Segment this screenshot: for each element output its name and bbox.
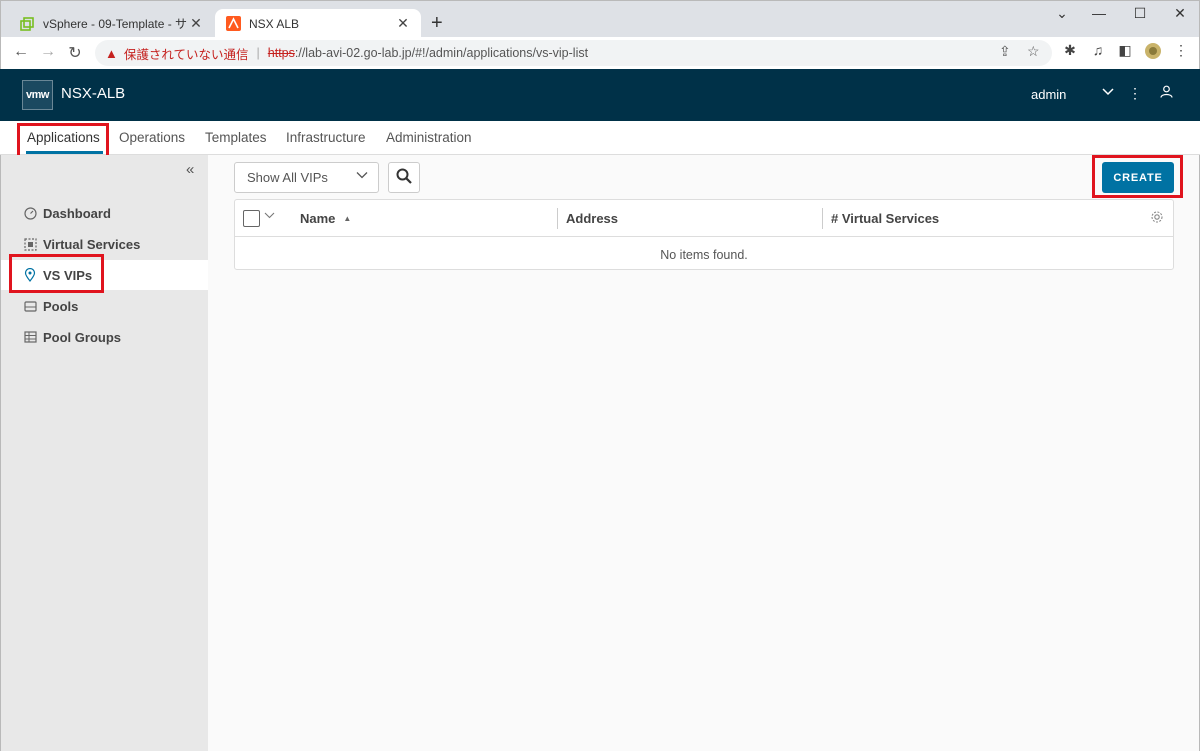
grid-header: Name ▲ Address # Virtual Services bbox=[235, 200, 1173, 237]
tab-title: vSphere - 09-Template - サマリ bbox=[43, 17, 188, 31]
user-icon[interactable] bbox=[1158, 85, 1174, 101]
sidebar: « Dashboard Virtual Services VS VIPs Poo… bbox=[0, 155, 209, 751]
browser-tab-bar: vSphere - 09-Template - サマリ ✕ NSX ALB ✕ … bbox=[0, 0, 1200, 38]
vip-filter-select[interactable]: Show All VIPs bbox=[234, 162, 379, 193]
location-pin-icon bbox=[23, 268, 37, 282]
sidebar-item-label: Pool Groups bbox=[43, 329, 121, 345]
menu-kebab-icon[interactable]: ⋮ bbox=[1171, 42, 1191, 59]
create-button[interactable]: CREATE bbox=[1102, 162, 1174, 193]
sidebar-item-label: Pools bbox=[43, 298, 79, 314]
reload-icon[interactable]: ↻ bbox=[65, 43, 85, 63]
sidebar-item-label: VS VIPs bbox=[43, 267, 93, 283]
chevron-down-icon bbox=[356, 169, 368, 184]
media-icon[interactable]: ♫ bbox=[1088, 42, 1108, 58]
gear-icon[interactable] bbox=[1150, 210, 1164, 227]
warning-icon: ▲ bbox=[105, 45, 118, 61]
column-resize-handle[interactable] bbox=[822, 208, 823, 229]
browser-tab-nsx-alb[interactable]: NSX ALB ✕ bbox=[215, 9, 421, 38]
nav-infrastructure[interactable]: Infrastructure bbox=[286, 130, 366, 145]
column-label: Name bbox=[300, 211, 336, 226]
nav-templates[interactable]: Templates bbox=[205, 130, 267, 145]
chevron-down-icon[interactable] bbox=[264, 210, 275, 224]
side-panel-icon[interactable]: ◧ bbox=[1115, 42, 1135, 59]
maximize-icon[interactable]: ☐ bbox=[1125, 5, 1155, 22]
column-header-name[interactable]: Name ▲ bbox=[300, 211, 351, 226]
vs-vip-grid: Name ▲ Address # Virtual Services No item… bbox=[234, 199, 1174, 270]
close-window-icon[interactable]: ✕ bbox=[1165, 5, 1195, 22]
new-tab-icon[interactable]: + bbox=[431, 11, 443, 35]
close-tab-icon[interactable]: ✕ bbox=[188, 15, 204, 32]
dashboard-icon bbox=[23, 206, 37, 220]
more-vertical-icon[interactable]: ⋮ bbox=[1127, 85, 1143, 102]
active-nav-indicator bbox=[26, 151, 103, 154]
sort-ascending-icon: ▲ bbox=[343, 214, 352, 223]
browser-tab-vsphere[interactable]: vSphere - 09-Template - サマリ ✕ bbox=[9, 9, 214, 38]
address-bar: ← → ↻ ▲ 保護されていない通信 | https ://lab-avi-02… bbox=[0, 37, 1200, 69]
app-header: vmw NSX-ALB admin ⋮ bbox=[0, 69, 1200, 121]
profile-avatar-icon[interactable] bbox=[1143, 42, 1163, 63]
url-text: ://lab-avi-02.go-lab.jp/#!/admin/applica… bbox=[294, 46, 589, 60]
empty-state-message: No items found. bbox=[660, 248, 748, 262]
collapse-sidebar-icon[interactable]: « bbox=[186, 161, 194, 178]
nav-administration[interactable]: Administration bbox=[386, 130, 472, 145]
app-name: NSX-ALB bbox=[61, 85, 126, 102]
pool-groups-icon bbox=[23, 330, 37, 344]
nav-applications[interactable]: Applications bbox=[27, 130, 100, 145]
search-button[interactable] bbox=[388, 162, 420, 193]
sidebar-item-pools[interactable]: Pools bbox=[1, 291, 209, 321]
sidebar-item-pool-groups[interactable]: Pool Groups bbox=[1, 322, 209, 352]
sidebar-item-dashboard[interactable]: Dashboard bbox=[1, 198, 209, 228]
vsphere-icon bbox=[19, 16, 35, 32]
search-icon bbox=[396, 168, 412, 187]
nav-operations[interactable]: Operations bbox=[119, 130, 185, 145]
sidebar-item-vs-vips[interactable]: VS VIPs bbox=[1, 260, 209, 290]
share-icon[interactable]: ⇪ bbox=[999, 43, 1011, 60]
main-content: Show All VIPs CREATE Name ▲ Address # Vir… bbox=[208, 155, 1200, 751]
chevron-down-icon[interactable] bbox=[1100, 85, 1116, 101]
filter-value: Show All VIPs bbox=[247, 170, 328, 185]
column-header-address[interactable]: Address bbox=[566, 211, 618, 226]
security-warning: 保護されていない通信 bbox=[123, 47, 249, 62]
user-name[interactable]: admin bbox=[1031, 87, 1066, 102]
url-input[interactable]: ▲ 保護されていない通信 | https ://lab-avi-02.go-la… bbox=[95, 40, 1052, 66]
nsx-alb-icon bbox=[225, 16, 241, 32]
virtual-services-icon bbox=[23, 237, 37, 251]
star-icon[interactable]: ☆ bbox=[1027, 43, 1040, 60]
chevron-down-icon[interactable]: ⌄ bbox=[1047, 5, 1077, 22]
select-all-checkbox[interactable] bbox=[243, 210, 260, 227]
url-protocol: https bbox=[267, 46, 295, 60]
divider: | bbox=[256, 46, 260, 60]
extensions-icon[interactable]: ✱ bbox=[1060, 42, 1080, 59]
vmw-logo: vmw bbox=[22, 80, 53, 110]
sidebar-item-label: Dashboard bbox=[43, 205, 111, 221]
forward-icon[interactable]: → bbox=[38, 43, 58, 61]
main-nav: Applications Operations Templates Infras… bbox=[0, 121, 1200, 155]
close-tab-icon[interactable]: ✕ bbox=[395, 15, 411, 32]
pool-icon bbox=[23, 299, 37, 313]
tab-title: NSX ALB bbox=[249, 16, 300, 31]
column-resize-handle[interactable] bbox=[557, 208, 558, 229]
sidebar-item-virtual-services[interactable]: Virtual Services bbox=[1, 229, 209, 259]
sidebar-item-label: Virtual Services bbox=[43, 236, 141, 252]
minimize-icon[interactable]: — bbox=[1084, 5, 1114, 21]
back-icon[interactable]: ← bbox=[11, 43, 31, 61]
column-header-virtual-services[interactable]: # Virtual Services bbox=[831, 211, 939, 226]
